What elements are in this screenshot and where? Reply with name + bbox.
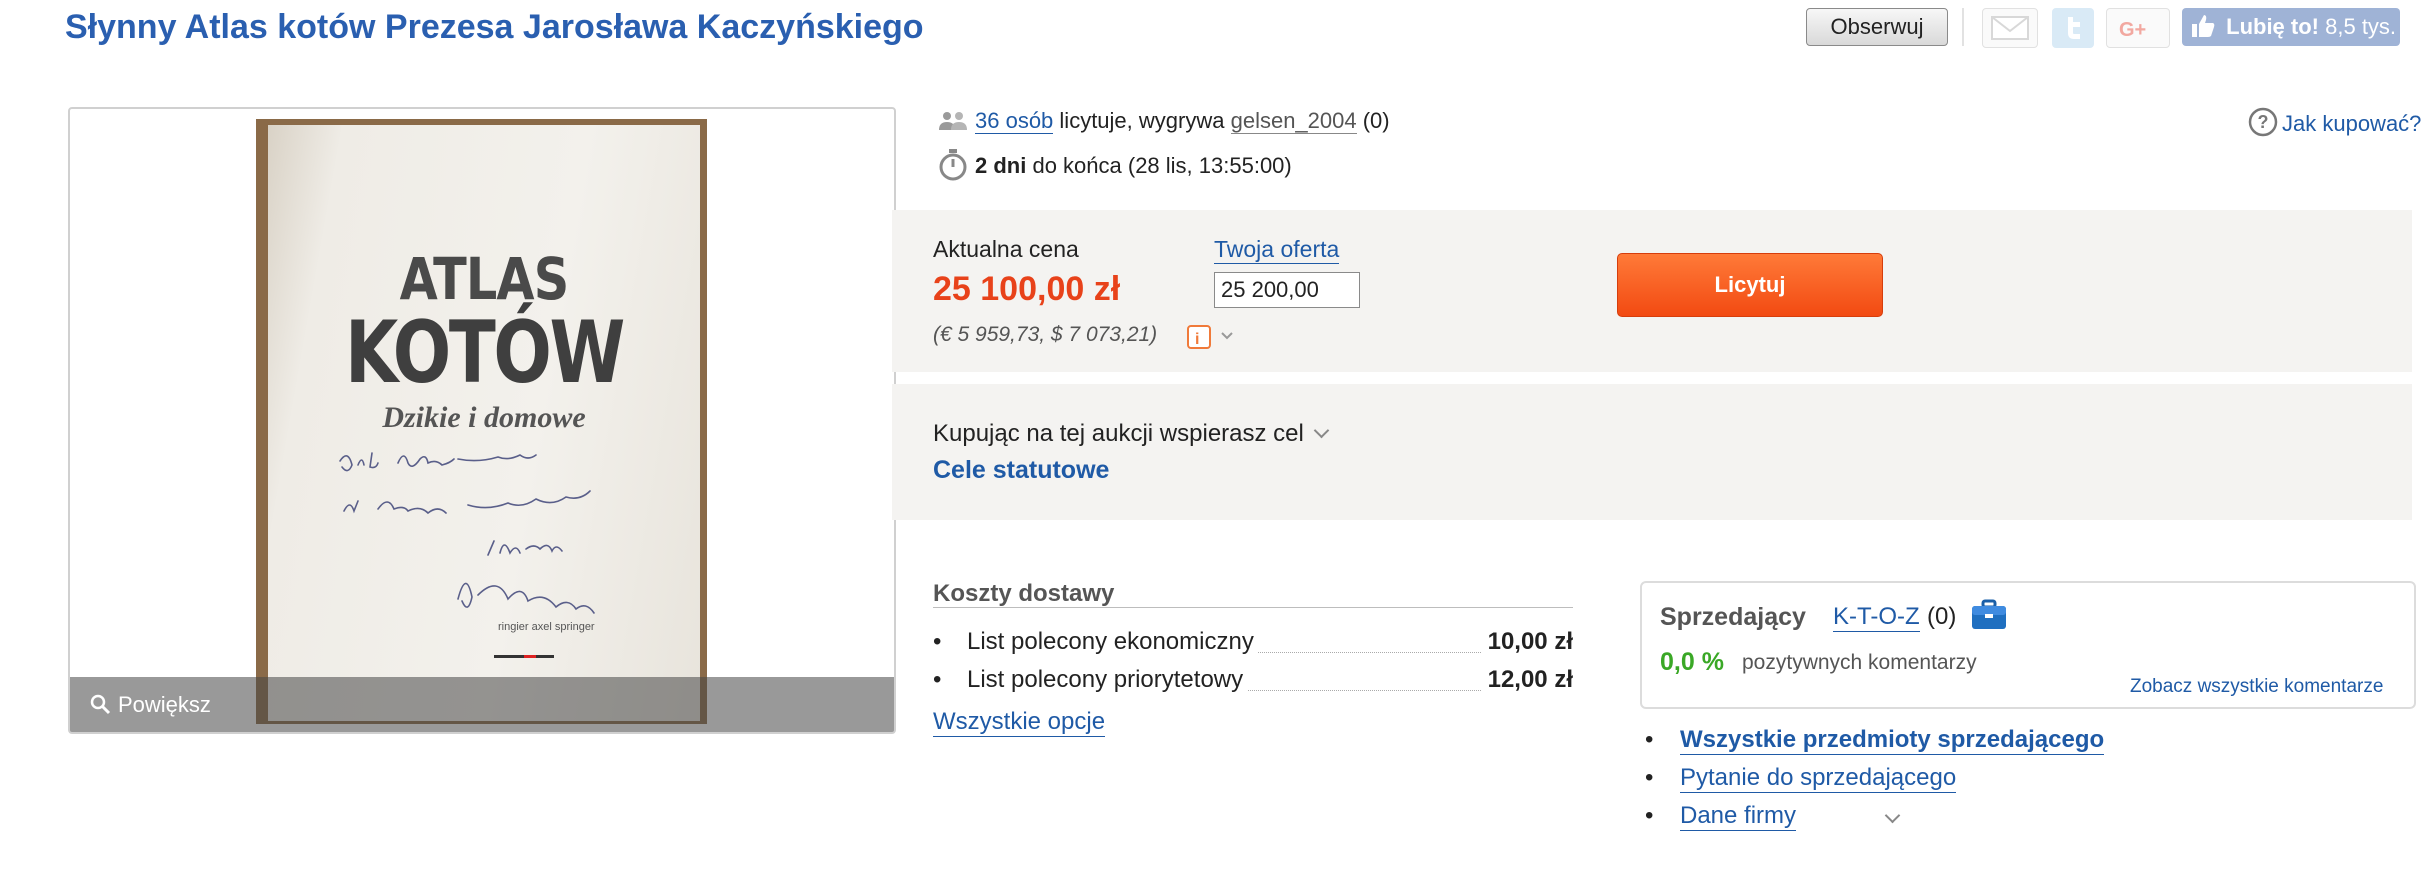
- book-page: ATLAS KOTÓW Dzikie i domowe ringier axel…: [268, 125, 700, 721]
- bullet: •: [933, 628, 942, 655]
- magnifier-icon: [90, 694, 111, 715]
- offer-input[interactable]: [1214, 272, 1360, 308]
- like-count: 8,5 tys.: [2325, 14, 2397, 39]
- shipping-heading: Koszty dostawy: [933, 580, 1115, 607]
- share-mail-button[interactable]: [1982, 8, 2038, 48]
- like-label: Lubię to!: [2226, 14, 2319, 39]
- company-badge: [1970, 598, 2008, 637]
- observe-button[interactable]: Obserwuj: [1806, 8, 1948, 46]
- shipping-option: • List polecony ekonomiczny 10,00 zł: [933, 628, 1573, 658]
- bidders-text: licytuje, wygrywa: [1059, 108, 1225, 133]
- current-price: 25 100,00 zł: [933, 270, 1121, 308]
- divider: [1962, 8, 1964, 46]
- currency-info-button[interactable]: i: [1186, 324, 1236, 355]
- shipping-option: • List polecony priorytetowy 12,00 zł: [933, 666, 1573, 696]
- svg-text:i: i: [1195, 331, 1199, 348]
- publisher-mark: [494, 655, 554, 658]
- shipping-option-name: List polecony priorytetowy: [967, 666, 1248, 694]
- seller-score: (0): [1927, 603, 1957, 630]
- svg-text:?: ?: [2258, 112, 2269, 132]
- time-text: do końca (28 lis, 13:55:00): [1032, 152, 1292, 178]
- stopwatch-icon: [939, 149, 967, 181]
- positive-label: pozytywnych komentarzy: [1742, 651, 1977, 674]
- twitter-icon: [2068, 17, 2080, 39]
- company-data-link[interactable]: Dane firmy: [1680, 802, 1797, 831]
- seller-label: Sprzedający: [1660, 603, 1806, 631]
- current-price-label: Aktualna cena: [933, 236, 1079, 262]
- item-image-gallery[interactable]: ATLAS KOTÓW Dzikie i domowe ringier axel…: [68, 107, 896, 734]
- positive-percentage: 0,0 %: [1660, 648, 1724, 676]
- thumbs-up-icon: [2192, 15, 2215, 38]
- help-icon: ?: [2248, 107, 2278, 137]
- handwritten-dedication: [339, 452, 595, 614]
- publisher-logo: ringier axel springer: [498, 621, 595, 633]
- chevron-down-icon: [1884, 807, 1901, 824]
- charity-panel: [892, 384, 2412, 520]
- bidders-link[interactable]: 36 osób: [975, 108, 1054, 134]
- bid-button[interactable]: Licytuj: [1617, 253, 1883, 317]
- bidders-info: 36 osób licytuje, wygrywa gelsen_2004 (0…: [937, 108, 1390, 134]
- zoom-label: Powiększ: [118, 692, 211, 717]
- your-offer-label[interactable]: Twoja oferta: [1214, 236, 1340, 264]
- briefcase-icon: [1972, 599, 2006, 629]
- item-photo: ATLAS KOTÓW Dzikie i domowe ringier axel…: [256, 119, 707, 724]
- bullet: •: [1645, 802, 1654, 829]
- share-twitter-button[interactable]: [2052, 8, 2094, 48]
- all-shipping-options-link[interactable]: Wszystkie opcje: [933, 708, 1106, 737]
- shipping-option-price: 12,00 zł: [1481, 666, 1573, 694]
- winner-username[interactable]: gelsen_2004: [1230, 108, 1357, 134]
- divider: [933, 607, 1573, 608]
- like-button[interactable]: Lubię to! 8,5 tys.: [2182, 8, 2400, 46]
- bullet: •: [933, 666, 942, 693]
- bullet: •: [1645, 764, 1654, 791]
- zoom-button[interactable]: Powiększ: [88, 692, 211, 718]
- time-remaining: 2 dni do końca (28 lis, 13:55:00): [937, 149, 1292, 184]
- svg-text:G+: G+: [2119, 19, 2146, 41]
- book-subtitle: Dzikie i domowe: [382, 401, 586, 434]
- mail-icon: [1991, 16, 2029, 40]
- charity-text: Kupując na tej aukcji wspierasz cel: [933, 420, 1304, 447]
- all-seller-items-link[interactable]: Wszystkie przedmioty sprzedającego: [1680, 726, 2105, 755]
- bullet: •: [1645, 726, 1654, 753]
- time-days: 2 dni: [975, 152, 1027, 178]
- share-google-plus-button[interactable]: G+: [2106, 8, 2170, 48]
- shipping-option-price: 10,00 zł: [1481, 628, 1573, 656]
- people-icon: [939, 112, 967, 131]
- how-to-buy-label[interactable]: Jak kupować?: [2282, 111, 2421, 136]
- company-data-label: Dane firmy: [1680, 802, 1797, 829]
- ask-seller-link[interactable]: Pytanie do sprzedającego: [1680, 764, 1957, 793]
- charity-toggle[interactable]: Kupując na tej aukcji wspierasz cel: [933, 420, 1330, 448]
- how-to-buy-link[interactable]: ? Jak kupować?: [2248, 107, 2421, 140]
- chevron-down-icon: [1313, 422, 1330, 439]
- shipping-option-name: List polecony ekonomiczny: [967, 628, 1258, 656]
- currency-conversion: (€ 5 959,73, $ 7 073,21): [933, 323, 1158, 346]
- seller-name-link[interactable]: K-T-O-Z: [1833, 603, 1920, 632]
- book-title-line2: KOTÓW: [344, 303, 625, 403]
- google-plus-icon: G+: [2119, 19, 2146, 41]
- info-icon: i: [1187, 325, 1233, 349]
- all-comments-link[interactable]: Zobacz wszystkie komentarze: [2130, 676, 2383, 698]
- charity-goal: Cele statutowe: [933, 456, 1110, 484]
- winner-score: (0): [1362, 108, 1390, 133]
- page-title: Słynny Atlas kotów Prezesa Jarosława Kac…: [65, 8, 924, 46]
